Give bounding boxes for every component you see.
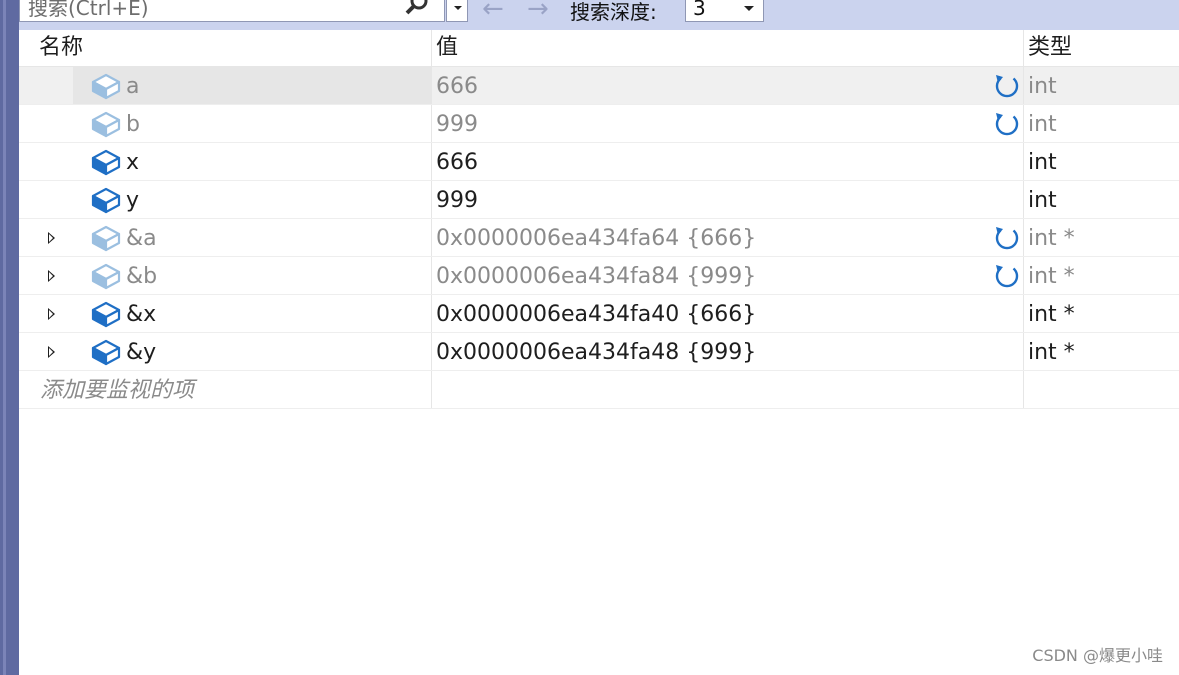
search-depth-label: 搜索深度: — [570, 0, 657, 24]
name-cell[interactable]: &a — [35, 219, 431, 256]
variable-icon — [91, 187, 121, 214]
variable-value: 0x0000006ea434fa84 {999} — [436, 264, 757, 289]
variable-name: b — [126, 112, 140, 137]
column-header-name[interactable]: 名称 — [35, 30, 431, 66]
variable-type: int * — [1028, 264, 1075, 289]
variable-name: &x — [126, 302, 157, 327]
watch-row[interactable]: &x 0x0000006ea434fa40 {666} int * — [19, 295, 1179, 333]
name-cell[interactable]: &y — [35, 333, 431, 370]
search-placeholder: 搜索(Ctrl+E) — [28, 0, 149, 20]
column-header-value[interactable]: 值 — [431, 30, 1023, 66]
search-depth-select[interactable]: 3 — [685, 0, 764, 22]
variable-icon — [91, 73, 121, 100]
type-cell[interactable]: int — [1023, 105, 1179, 142]
variable-name: y — [126, 188, 140, 213]
value-cell[interactable]: 666 — [431, 143, 1023, 180]
variable-icon — [91, 149, 121, 176]
variable-type: int — [1028, 112, 1057, 137]
variable-type: int — [1028, 188, 1057, 213]
variable-type: int * — [1028, 340, 1075, 365]
variable-value: 999 — [436, 112, 478, 137]
watch-row[interactable]: y 999 int — [19, 181, 1179, 219]
add-watch-value-cell — [431, 371, 1023, 408]
value-cell[interactable]: 999 — [431, 181, 1023, 218]
search-input[interactable]: 搜索(Ctrl+E) — [19, 0, 445, 22]
search-forward-button[interactable]: → — [527, 0, 549, 24]
variable-value: 0x0000006ea434fa64 {666} — [436, 226, 757, 251]
search-depth-value: 3 — [693, 0, 706, 20]
value-cell[interactable]: 999 — [431, 105, 1023, 142]
variable-name: x — [126, 150, 140, 175]
variable-name: &y — [126, 340, 157, 365]
type-cell[interactable]: int * — [1023, 333, 1179, 370]
variable-value: 666 — [436, 150, 478, 175]
variable-value: 0x0000006ea434fa40 {666} — [436, 302, 757, 327]
left-panel-edge-inner — [3, 0, 6, 675]
variable-name: a — [126, 74, 140, 99]
type-cell[interactable]: int — [1023, 67, 1179, 104]
watch-row[interactable]: &b 0x0000006ea434fa84 {999} int * — [19, 257, 1179, 295]
name-cell[interactable]: y — [35, 181, 431, 218]
variable-icon — [91, 339, 121, 366]
search-options-dropdown[interactable] — [446, 0, 468, 22]
expand-arrow-icon[interactable] — [48, 346, 55, 358]
expand-arrow-icon[interactable] — [48, 308, 55, 320]
watermark: CSDN @爆更小哇 — [1032, 646, 1163, 665]
watch-row[interactable]: a 666 int — [19, 67, 1179, 105]
refresh-icon[interactable] — [993, 262, 1021, 290]
search-icon[interactable] — [404, 0, 430, 17]
variable-icon — [91, 225, 121, 252]
add-watch-type-cell — [1023, 371, 1179, 408]
add-watch-row[interactable]: 添加要监视的项 — [19, 371, 1179, 409]
type-cell[interactable]: int — [1023, 181, 1179, 218]
watch-row[interactable]: b 999 int — [19, 105, 1179, 143]
chevron-down-icon — [744, 6, 754, 11]
value-cell[interactable]: 0x0000006ea434fa48 {999} — [431, 333, 1023, 370]
type-cell[interactable]: int * — [1023, 257, 1179, 294]
variable-icon — [91, 301, 121, 328]
left-panel-edge — [0, 0, 19, 675]
watch-grid: 名称 值 类型 a 666 int b 999 int x 666 int y 999 int &a 0x… — [19, 30, 1179, 409]
watch-row[interactable]: &y 0x0000006ea434fa48 {999} int * — [19, 333, 1179, 371]
value-cell[interactable]: 0x0000006ea434fa84 {999} — [431, 257, 1023, 294]
variable-value: 999 — [436, 188, 478, 213]
watch-toolbar: 搜索(Ctrl+E) ← → 搜索深度: 3 — [19, 0, 1179, 30]
name-cell[interactable]: &x — [35, 295, 431, 332]
variable-type: int — [1028, 74, 1057, 99]
variable-type: int * — [1028, 226, 1075, 251]
variable-value: 0x0000006ea434fa48 {999} — [436, 340, 757, 365]
add-watch-placeholder[interactable]: 添加要监视的项 — [38, 371, 434, 408]
refresh-icon[interactable] — [993, 72, 1021, 100]
watch-row[interactable]: x 666 int — [19, 143, 1179, 181]
search-back-button[interactable]: ← — [482, 0, 504, 24]
watch-row[interactable]: &a 0x0000006ea434fa64 {666} int * — [19, 219, 1179, 257]
refresh-icon[interactable] — [993, 110, 1021, 138]
column-header-type[interactable]: 类型 — [1023, 30, 1179, 66]
variable-icon — [91, 263, 121, 290]
watch-rows: a 666 int b 999 int x 666 int y 999 int &a 0x0000006e… — [19, 67, 1179, 371]
expand-arrow-icon[interactable] — [48, 270, 55, 282]
variable-type: int — [1028, 150, 1057, 175]
refresh-icon[interactable] — [993, 224, 1021, 252]
variable-name: &a — [126, 226, 157, 251]
type-cell[interactable]: int * — [1023, 219, 1179, 256]
name-cell[interactable]: b — [35, 105, 431, 142]
variable-value: 666 — [436, 74, 478, 99]
value-cell[interactable]: 0x0000006ea434fa64 {666} — [431, 219, 1023, 256]
name-cell[interactable]: x — [35, 143, 431, 180]
expand-arrow-icon[interactable] — [48, 232, 55, 244]
variable-type: int * — [1028, 302, 1075, 327]
type-cell[interactable]: int — [1023, 143, 1179, 180]
depth-dropdown-button[interactable] — [737, 0, 763, 21]
type-cell[interactable]: int * — [1023, 295, 1179, 332]
column-header-row: 名称 值 类型 — [19, 30, 1179, 67]
name-cell[interactable]: &b — [35, 257, 431, 294]
value-cell[interactable]: 0x0000006ea434fa40 {666} — [431, 295, 1023, 332]
name-cell[interactable]: a — [35, 67, 431, 104]
value-cell[interactable]: 666 — [431, 67, 1023, 104]
chevron-down-icon — [454, 6, 462, 10]
variable-icon — [91, 111, 121, 138]
variable-name: &b — [126, 264, 158, 289]
